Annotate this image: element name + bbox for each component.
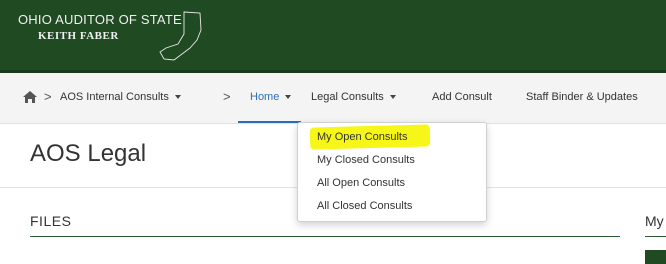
nav-add-consult-label: Add Consult bbox=[432, 91, 492, 103]
page-title: AOS Legal bbox=[30, 140, 147, 167]
nav-add-consult[interactable]: Add Consult bbox=[432, 91, 492, 103]
menu-item-all-closed-consults[interactable]: All Closed Consults bbox=[317, 200, 412, 212]
files-heading: FILES bbox=[30, 213, 72, 229]
chevron-down-icon bbox=[285, 95, 292, 99]
nav-legal-consults[interactable]: Legal Consults bbox=[311, 91, 396, 103]
site-logo[interactable]: OHIO AUDITOR OF STATE KEITH FABER bbox=[14, 10, 202, 62]
logo-title: OHIO AUDITOR OF STATE bbox=[18, 12, 182, 27]
nav-home[interactable]: Home bbox=[250, 91, 292, 103]
menu-item-my-open-consults[interactable]: My Open Consults bbox=[317, 131, 407, 143]
menu-item-all-open-consults[interactable]: All Open Consults bbox=[317, 177, 405, 189]
nav-staff-binder-label: Staff Binder & Updates bbox=[526, 91, 638, 103]
breadcrumb-separator: > bbox=[44, 89, 52, 104]
my-heading: My bbox=[645, 213, 664, 229]
chevron-down-icon bbox=[389, 95, 396, 99]
legal-consults-dropdown: My Open Consults My Closed Consults All … bbox=[297, 122, 487, 222]
nav-legal-consults-label: Legal Consults bbox=[311, 91, 384, 103]
nav-home-label: Home bbox=[250, 91, 280, 103]
chevron-down-icon bbox=[174, 95, 181, 99]
header-banner: OHIO AUDITOR OF STATE KEITH FABER bbox=[0, 0, 666, 70]
logo-name: KEITH FABER bbox=[38, 30, 119, 42]
nav-staff-binder-updates[interactable]: Staff Binder & Updates bbox=[526, 91, 638, 103]
my-heading-rule bbox=[645, 236, 666, 237]
nav-aos-internal-consults-label: AOS Internal Consults bbox=[60, 91, 169, 103]
files-heading-rule bbox=[30, 236, 620, 237]
breadcrumb-nav: > AOS Internal Consults > Home Legal Con… bbox=[0, 73, 666, 124]
action-button-partial[interactable] bbox=[645, 250, 666, 264]
active-tab-indicator bbox=[238, 121, 301, 123]
home-icon[interactable] bbox=[22, 90, 38, 104]
menu-item-my-closed-consults[interactable]: My Closed Consults bbox=[317, 154, 415, 166]
breadcrumb-separator: > bbox=[223, 89, 231, 104]
nav-aos-internal-consults[interactable]: AOS Internal Consults bbox=[60, 91, 181, 103]
